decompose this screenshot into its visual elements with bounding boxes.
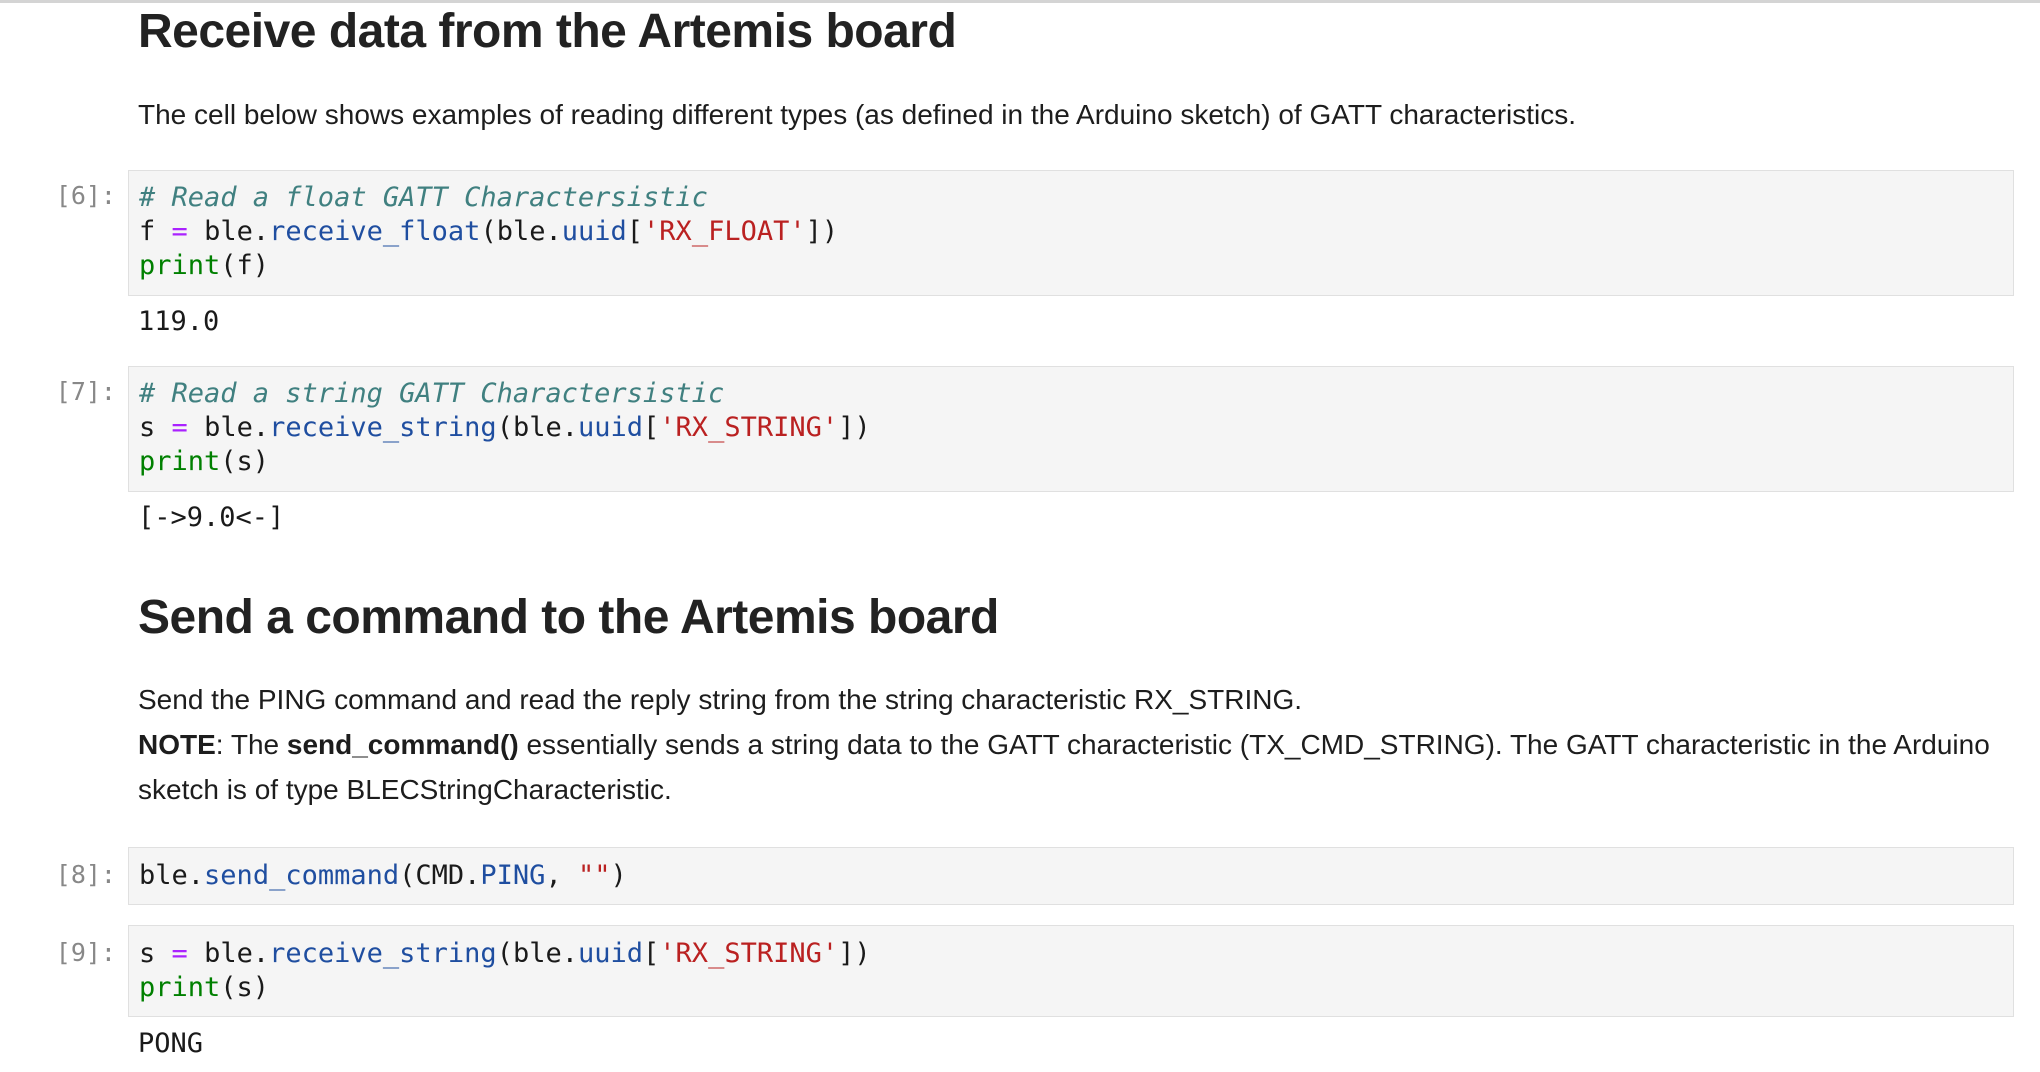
- code-token: ]): [838, 938, 871, 969]
- code-token: ble: [204, 938, 253, 969]
- code-editor-7[interactable]: # Read a string GATT Charactersistic s =…: [129, 367, 2013, 479]
- code-token: f: [139, 216, 156, 247]
- cell-output-6: 119.0: [138, 306, 220, 337]
- code-token: (: [480, 216, 497, 247]
- code-builtin: print: [139, 250, 221, 281]
- code-token: s: [139, 412, 156, 443]
- code-token: [: [626, 216, 644, 247]
- code-cell-9[interactable]: s = ble.receive_string(ble.uuid['RX_STRI…: [128, 925, 2014, 1017]
- code-cell-6[interactable]: # Read a float GATT Charactersistic f = …: [128, 170, 2014, 296]
- code-token: [: [643, 412, 660, 443]
- section-heading-send: Send a command to the Artemis board: [138, 591, 999, 644]
- code-token: ble: [204, 216, 253, 247]
- code-token: .: [545, 216, 562, 247]
- code-function: receive_string: [269, 938, 497, 969]
- section-description-send: Send the PING command and read the reply…: [138, 677, 2018, 812]
- code-token: .: [561, 938, 578, 969]
- code-token: ,: [545, 860, 578, 891]
- section-heading-receive: Receive data from the Artemis board: [138, 5, 957, 58]
- code-function: send_command: [204, 860, 400, 891]
- code-attribute: PING: [480, 860, 546, 891]
- code-function: receive_string: [269, 412, 497, 443]
- cell-prompt-8: [8]:: [55, 860, 116, 889]
- cell-prompt-7: [7]:: [55, 377, 116, 406]
- section-description-receive: The cell below shows examples of reading…: [138, 99, 1577, 130]
- code-attribute: uuid: [578, 412, 644, 443]
- code-token: .: [561, 412, 578, 443]
- cell-output-7: [->9.0<-]: [138, 502, 285, 533]
- code-token: (f): [220, 250, 270, 281]
- note-label: NOTE: [138, 729, 216, 760]
- note-function-name: send_command(): [286, 729, 519, 760]
- code-attribute: uuid: [578, 938, 644, 969]
- code-token: (s): [220, 972, 270, 1003]
- code-operator: =: [171, 938, 188, 969]
- code-token: (: [496, 938, 513, 969]
- code-string: 'RX_STRING': [659, 938, 839, 969]
- code-comment: # Read a float GATT Charactersistic: [139, 182, 708, 213]
- code-token: ]): [838, 412, 871, 443]
- note-text: : The: [215, 729, 287, 760]
- cell-prompt-9: [9]:: [55, 938, 116, 967]
- code-token: ble: [204, 412, 253, 443]
- code-token: ]): [805, 216, 839, 247]
- code-token: ble: [512, 412, 562, 443]
- code-token: (: [496, 412, 513, 443]
- code-cell-7[interactable]: # Read a string GATT Charactersistic s =…: [128, 366, 2014, 492]
- code-editor-6[interactable]: # Read a float GATT Charactersistic f = …: [129, 171, 2013, 283]
- code-token: .: [252, 216, 270, 247]
- top-border: [0, 0, 2040, 3]
- code-cell-8[interactable]: ble.send_command(CMD.PING, ""): [128, 847, 2014, 905]
- code-token: ble: [496, 216, 546, 247]
- code-builtin: print: [139, 972, 221, 1003]
- code-token: s: [139, 938, 156, 969]
- cell-output-9: PONG: [138, 1028, 204, 1059]
- code-attribute: uuid: [561, 216, 627, 247]
- code-operator: =: [171, 412, 188, 443]
- code-comment: # Read a string GATT Charactersistic: [139, 378, 725, 409]
- code-token: (CMD.: [399, 860, 481, 891]
- note-paragraph: NOTE: The send_command() essentially sen…: [138, 722, 2018, 812]
- code-token: .: [252, 412, 270, 443]
- code-token: (s): [220, 446, 270, 477]
- code-token: [: [643, 938, 660, 969]
- code-editor-8[interactable]: ble.send_command(CMD.PING, ""): [129, 848, 2013, 893]
- code-operator: =: [171, 216, 188, 247]
- code-token: ble: [512, 938, 562, 969]
- code-token: .: [187, 860, 205, 891]
- code-function: receive_float: [269, 216, 481, 247]
- code-token: ble: [139, 860, 188, 891]
- code-token: .: [252, 938, 270, 969]
- code-builtin: print: [139, 446, 221, 477]
- code-string: 'RX_FLOAT': [643, 216, 806, 247]
- code-string: 'RX_STRING': [659, 412, 839, 443]
- cell-prompt-6: [6]:: [55, 181, 116, 210]
- code-token: ): [610, 860, 627, 891]
- code-editor-9[interactable]: s = ble.receive_string(ble.uuid['RX_STRI…: [129, 926, 2013, 1005]
- code-string: "": [577, 860, 611, 891]
- send-description-line: Send the PING command and read the reply…: [138, 684, 1303, 715]
